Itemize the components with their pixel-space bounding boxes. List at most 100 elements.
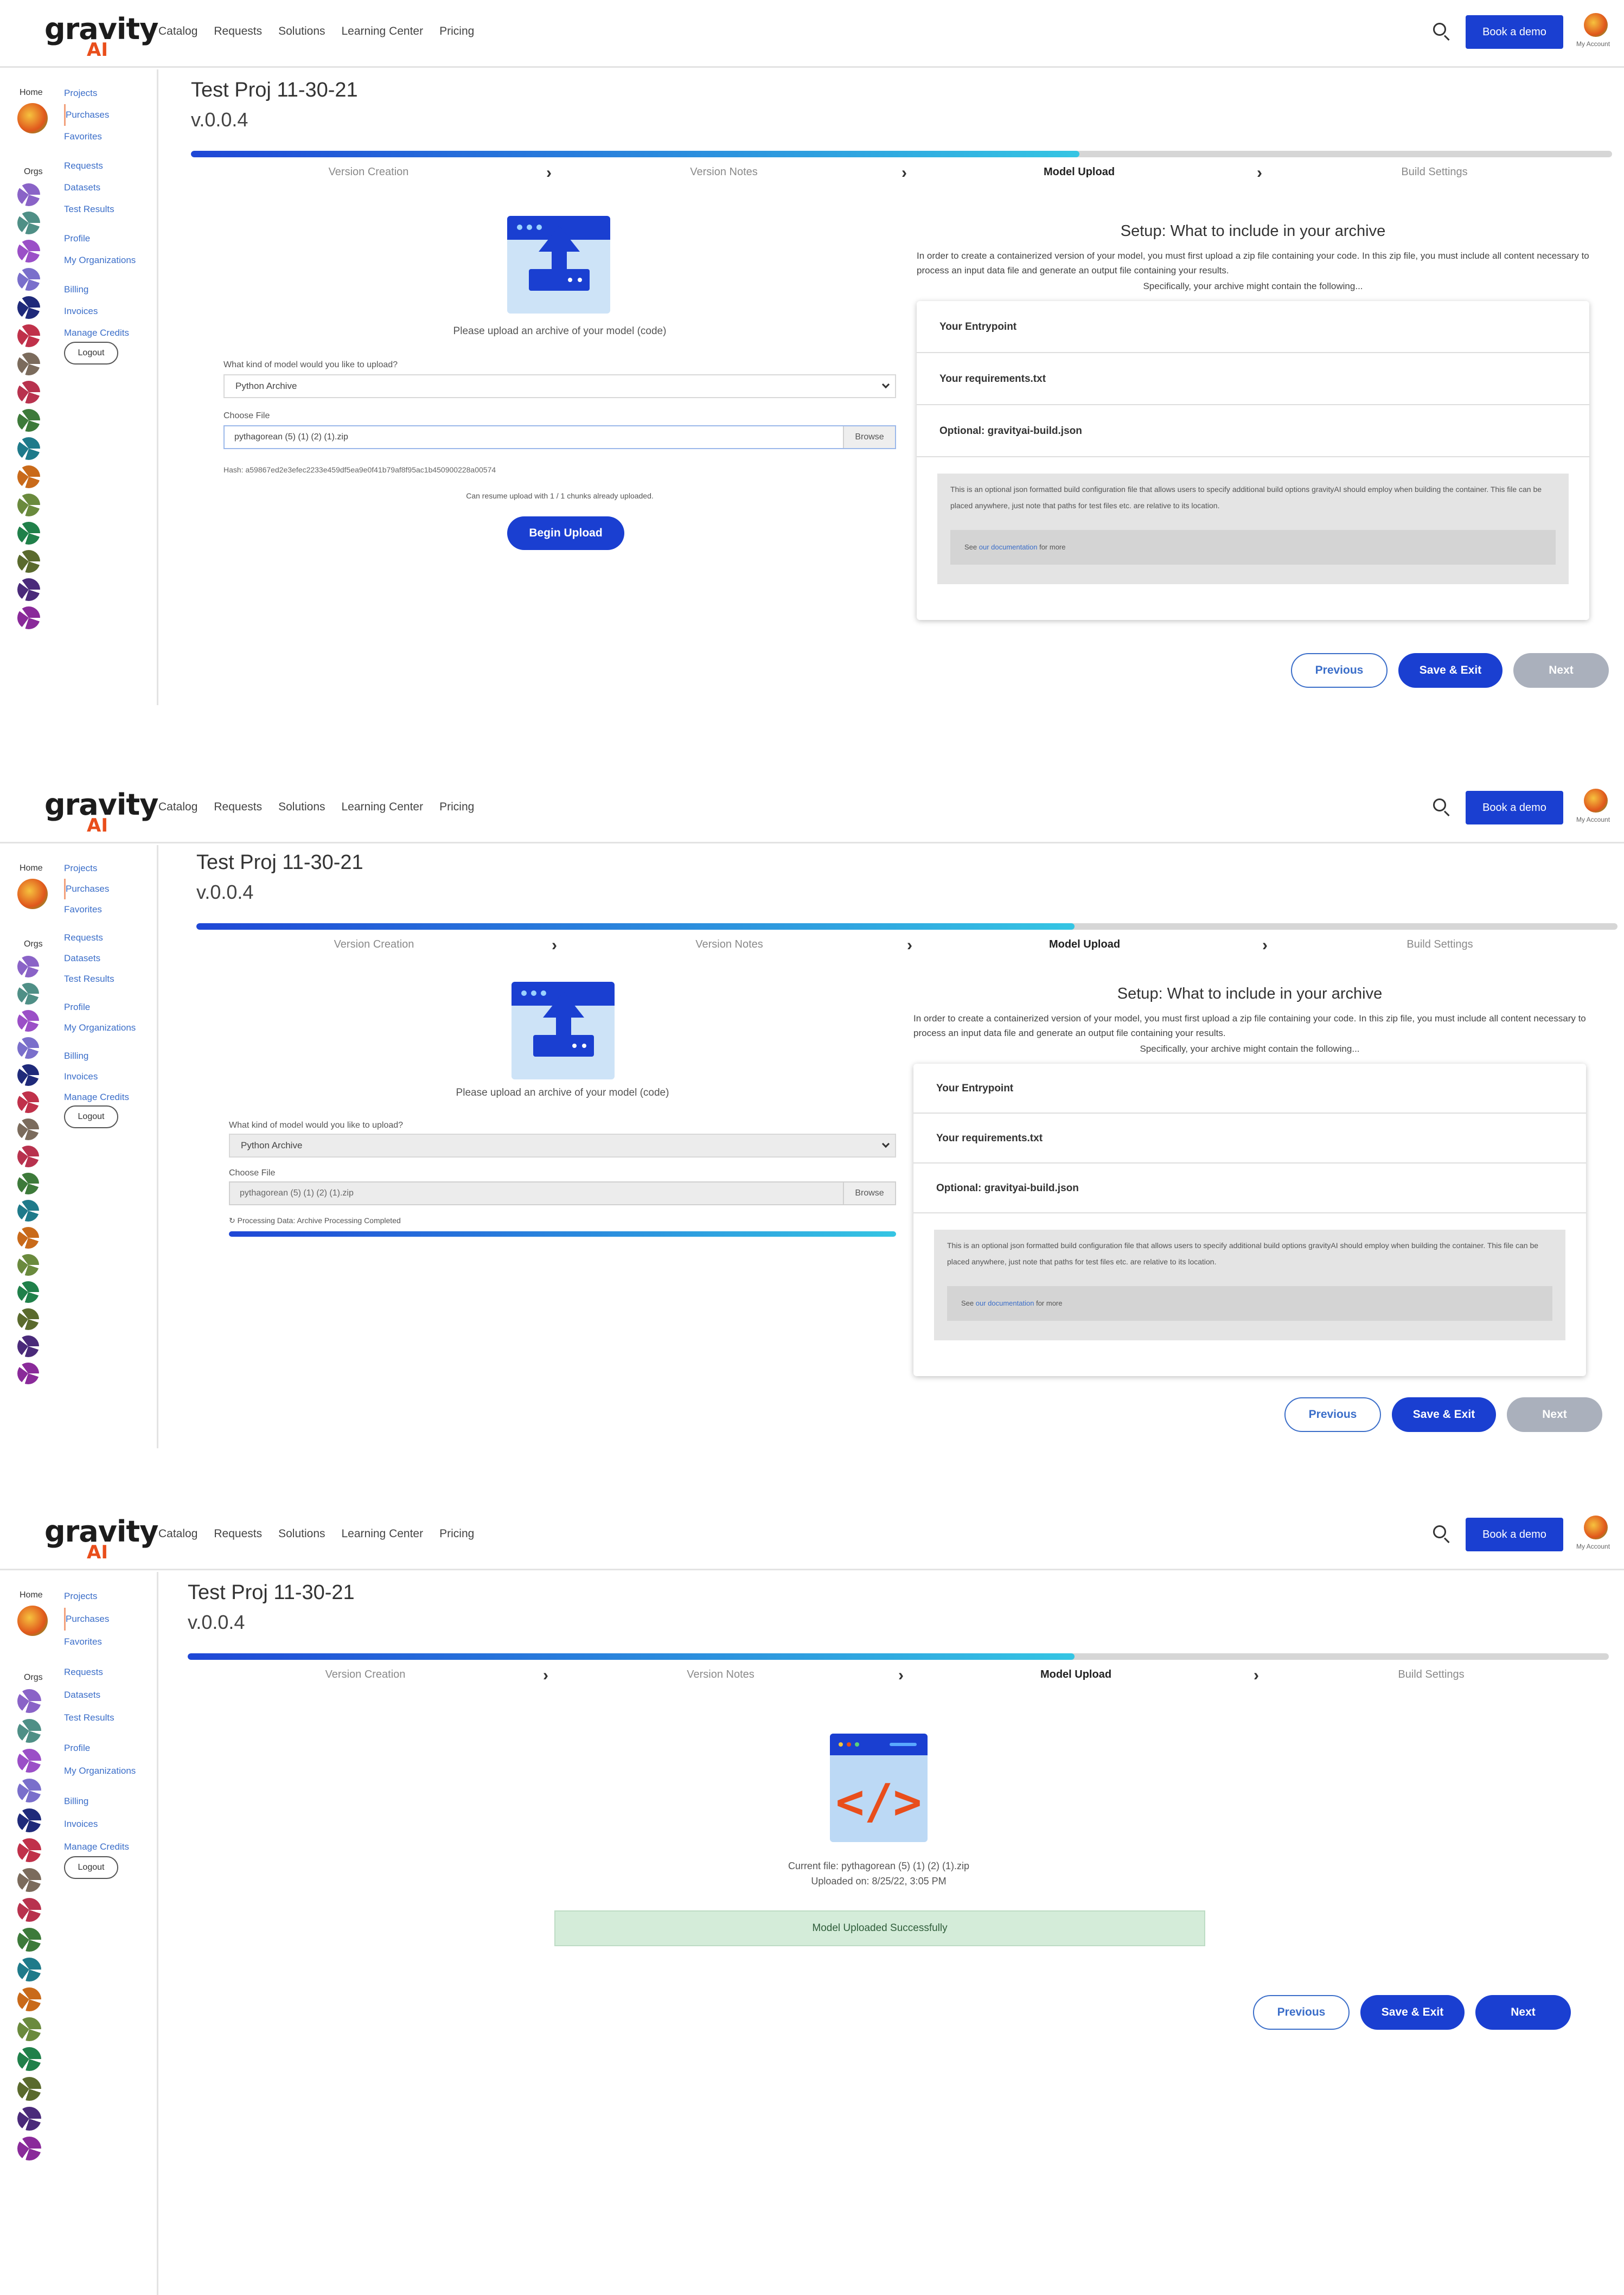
- sidebar-item-manage-credits[interactable]: Manage Credits: [64, 1087, 156, 1108]
- nav-link-pricing[interactable]: Pricing: [439, 1527, 474, 1540]
- nav-link-catalog[interactable]: Catalog: [158, 1527, 197, 1540]
- sidebar-item-projects[interactable]: Projects: [64, 1585, 156, 1608]
- org-avatar[interactable]: [17, 494, 40, 516]
- gravity-ai-logo[interactable]: gravity AI: [44, 788, 158, 836]
- sidebar-item-manage-credits[interactable]: Manage Credits: [64, 1836, 156, 1858]
- org-avatar[interactable]: [17, 268, 40, 291]
- nav-link-pricing[interactable]: Pricing: [439, 801, 474, 814]
- home-avatar[interactable]: [17, 1606, 48, 1636]
- archive-item-row[interactable]: Your requirements.txt: [917, 353, 1589, 405]
- archive-item-row[interactable]: Optional: gravityai-build.json: [913, 1164, 1586, 1213]
- previous-button[interactable]: Previous: [1291, 653, 1388, 688]
- nav-link-pricing[interactable]: Pricing: [439, 25, 474, 38]
- home-avatar[interactable]: [17, 103, 48, 133]
- logout-button[interactable]: Logout: [64, 1856, 118, 1879]
- org-avatar[interactable]: [17, 1958, 41, 1981]
- gravity-ai-logo[interactable]: gravity AI: [44, 1514, 158, 1563]
- save-exit-button[interactable]: Save & Exit: [1360, 1995, 1465, 2030]
- save-exit-button[interactable]: Save & Exit: [1398, 653, 1502, 688]
- nav-link-catalog[interactable]: Catalog: [158, 801, 197, 814]
- org-avatar[interactable]: [17, 1898, 41, 1922]
- sidebar-item-profile[interactable]: Profile: [64, 228, 156, 250]
- org-avatar[interactable]: [17, 1749, 41, 1773]
- account-menu[interactable]: My Account: [1576, 789, 1614, 832]
- org-avatar[interactable]: [17, 1689, 41, 1713]
- org-avatar[interactable]: [17, 983, 39, 1005]
- book-demo-button[interactable]: Book a demo: [1466, 1518, 1563, 1551]
- archive-item-row[interactable]: Optional: gravityai-build.json: [917, 405, 1589, 457]
- nav-link-learning-center[interactable]: Learning Center: [342, 1527, 424, 1540]
- sidebar-item-invoices[interactable]: Invoices: [64, 1066, 156, 1087]
- org-avatar[interactable]: [17, 1146, 39, 1167]
- org-avatar[interactable]: [17, 522, 40, 545]
- org-avatar[interactable]: [17, 1928, 41, 1952]
- org-avatar[interactable]: [17, 606, 40, 629]
- org-avatar[interactable]: [17, 1808, 41, 1832]
- book-demo-button[interactable]: Book a demo: [1466, 15, 1563, 49]
- sidebar-item-requests[interactable]: Requests: [64, 1661, 156, 1684]
- org-avatar[interactable]: [17, 1363, 39, 1384]
- org-avatar[interactable]: [17, 2047, 41, 2071]
- org-avatar[interactable]: [17, 1719, 41, 1743]
- sidebar-item-projects[interactable]: Projects: [64, 858, 156, 879]
- book-demo-button[interactable]: Book a demo: [1466, 791, 1563, 824]
- org-avatar[interactable]: [17, 1281, 39, 1303]
- org-avatar[interactable]: [17, 2017, 41, 2041]
- org-avatar[interactable]: [17, 465, 40, 488]
- sidebar-item-test-results[interactable]: Test Results: [64, 1706, 156, 1729]
- org-avatar[interactable]: [17, 1227, 39, 1249]
- sidebar-item-test-results[interactable]: Test Results: [64, 969, 156, 989]
- nav-link-learning-center[interactable]: Learning Center: [342, 25, 424, 38]
- sidebar-item-favorites[interactable]: Favorites: [64, 126, 156, 148]
- sidebar-item-favorites[interactable]: Favorites: [64, 899, 156, 920]
- account-menu[interactable]: My Account: [1576, 13, 1614, 56]
- sidebar-item-invoices[interactable]: Invoices: [64, 1813, 156, 1836]
- nav-link-solutions[interactable]: Solutions: [278, 1527, 325, 1540]
- org-avatar[interactable]: [17, 1308, 39, 1330]
- org-avatar[interactable]: [17, 409, 40, 432]
- previous-button[interactable]: Previous: [1253, 1995, 1350, 2030]
- org-avatar[interactable]: [17, 1254, 39, 1276]
- org-avatar[interactable]: [17, 2077, 41, 2101]
- sidebar-item-test-results[interactable]: Test Results: [64, 199, 156, 220]
- browse-button[interactable]: Browse: [843, 1182, 895, 1204]
- nav-link-requests[interactable]: Requests: [214, 1527, 262, 1540]
- sidebar-item-billing[interactable]: Billing: [64, 1046, 156, 1066]
- search-icon[interactable]: [1433, 23, 1452, 41]
- previous-button[interactable]: Previous: [1284, 1397, 1381, 1432]
- sidebar-item-profile[interactable]: Profile: [64, 1737, 156, 1760]
- org-avatar[interactable]: [17, 240, 40, 263]
- nav-link-learning-center[interactable]: Learning Center: [342, 801, 424, 814]
- sidebar-item-datasets[interactable]: Datasets: [64, 948, 156, 969]
- org-avatar[interactable]: [17, 2107, 41, 2131]
- sidebar-item-purchases[interactable]: Purchases: [64, 1608, 156, 1631]
- sidebar-item-purchases[interactable]: Purchases: [64, 104, 156, 126]
- search-icon[interactable]: [1433, 1525, 1452, 1544]
- nav-link-requests[interactable]: Requests: [214, 801, 262, 814]
- org-avatar[interactable]: [17, 1868, 41, 1892]
- sidebar-item-billing[interactable]: Billing: [64, 279, 156, 301]
- model-kind-select[interactable]: Python Archive: [229, 1134, 896, 1158]
- org-avatar[interactable]: [17, 353, 40, 375]
- documentation-link[interactable]: our documentation: [979, 543, 1038, 551]
- home-avatar[interactable]: [17, 879, 48, 909]
- org-avatar[interactable]: [17, 1118, 39, 1140]
- sidebar-item-purchases[interactable]: Purchases: [64, 879, 156, 899]
- file-input[interactable]: pythagorean (5) (1) (2) (1).zip Browse: [229, 1181, 896, 1205]
- org-avatar[interactable]: [17, 183, 40, 206]
- org-avatar[interactable]: [17, 1200, 39, 1222]
- sidebar-item-my-organizations[interactable]: My Organizations: [64, 1760, 156, 1782]
- org-avatar[interactable]: [17, 381, 40, 404]
- org-avatar[interactable]: [17, 1838, 41, 1862]
- next-button[interactable]: Next: [1475, 1995, 1571, 2030]
- org-avatar[interactable]: [17, 1173, 39, 1194]
- org-avatar[interactable]: [17, 437, 40, 460]
- nav-link-catalog[interactable]: Catalog: [158, 25, 197, 38]
- documentation-link[interactable]: our documentation: [976, 1299, 1034, 1307]
- org-avatar[interactable]: [17, 550, 40, 573]
- org-avatar[interactable]: [17, 1010, 39, 1032]
- sidebar-item-my-organizations[interactable]: My Organizations: [64, 1018, 156, 1038]
- sidebar-item-projects[interactable]: Projects: [64, 82, 156, 104]
- next-button[interactable]: Next: [1513, 653, 1609, 688]
- begin-upload-button[interactable]: Begin Upload: [507, 516, 624, 550]
